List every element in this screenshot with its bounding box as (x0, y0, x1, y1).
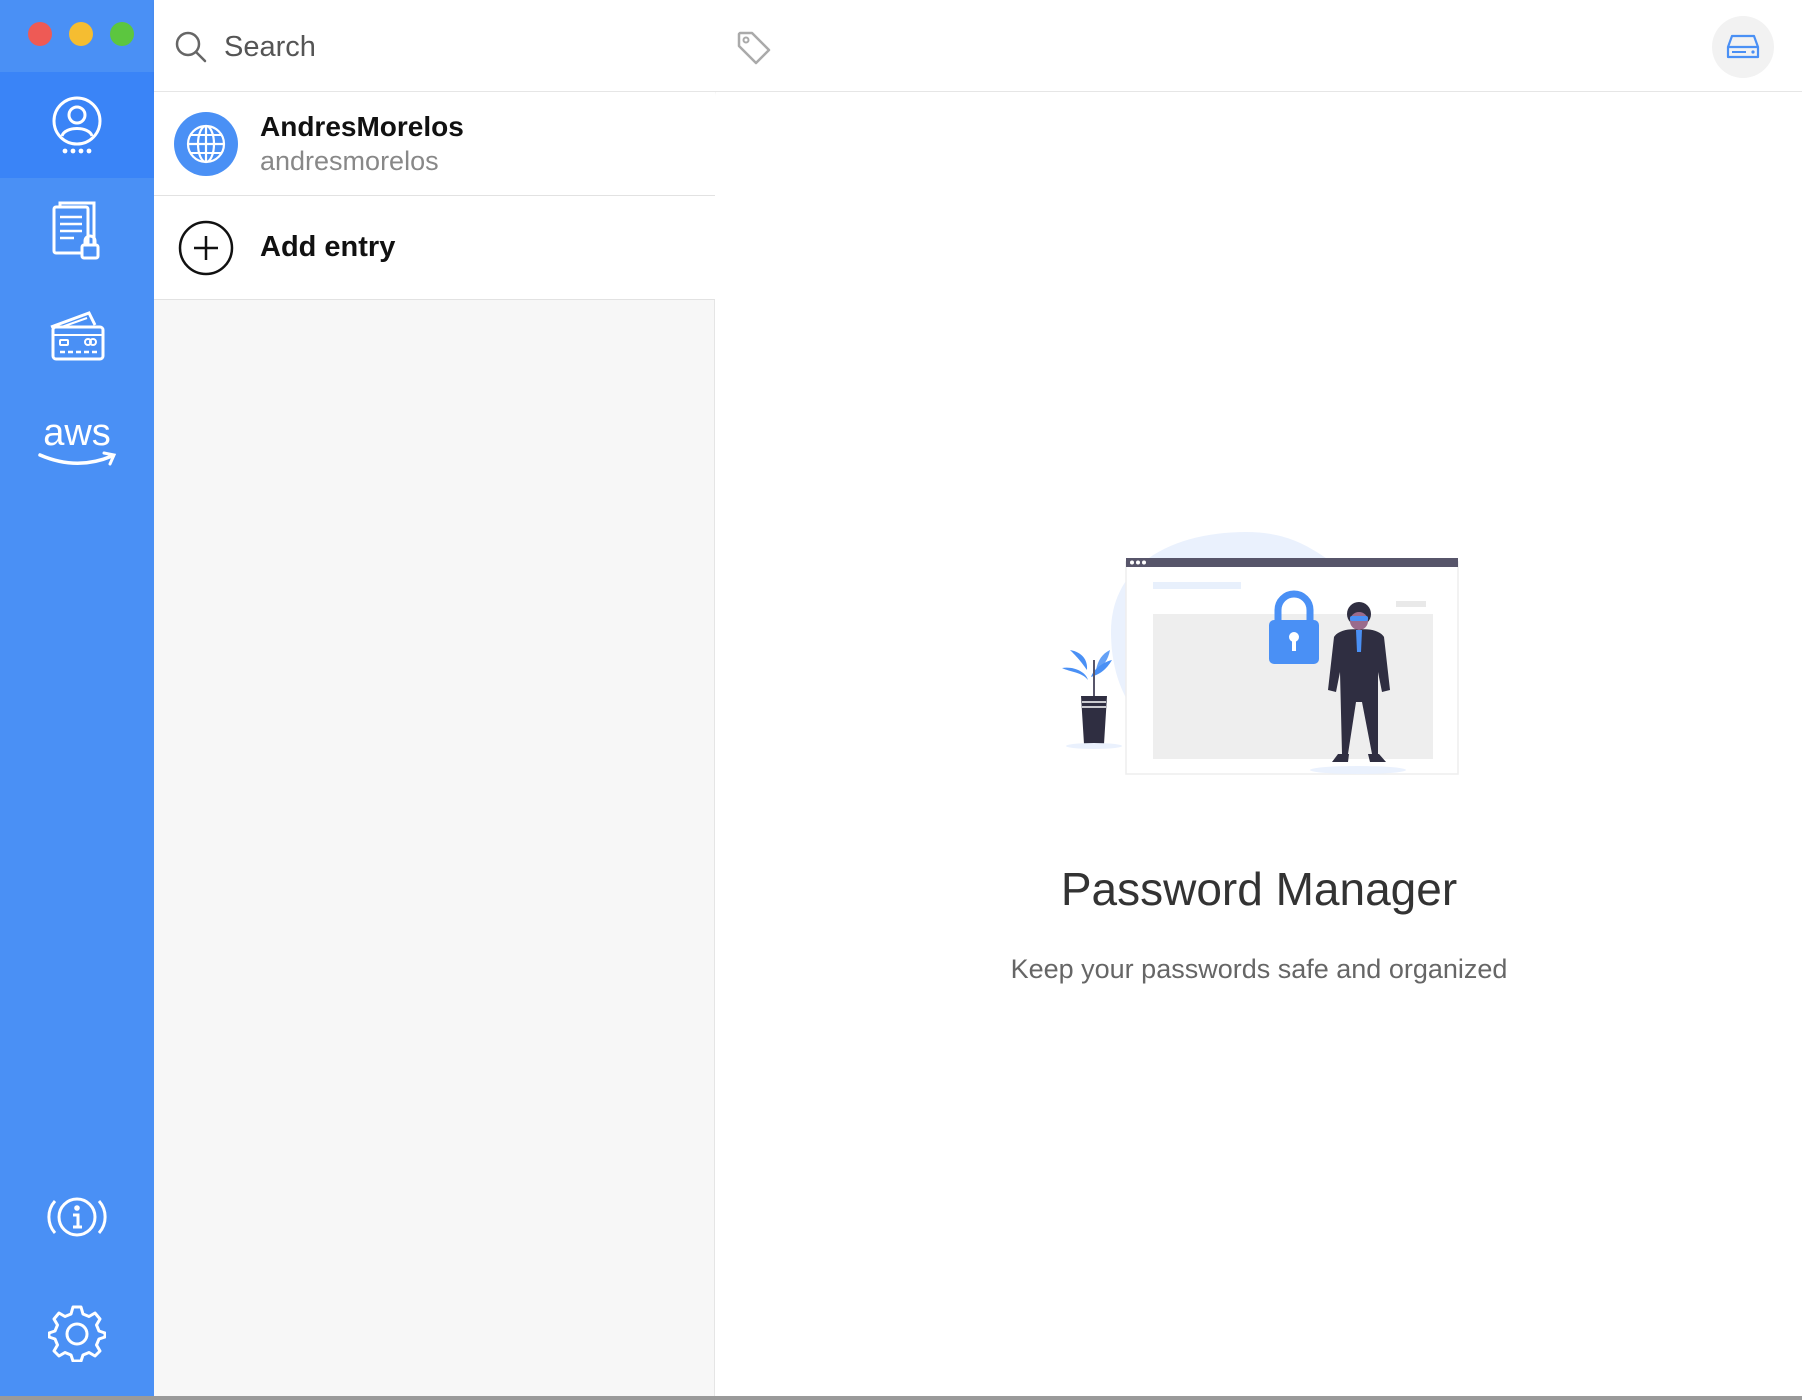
window-bottom-edge (0, 1396, 1802, 1400)
storage-button[interactable] (1712, 16, 1774, 78)
sidebar-item-settings[interactable] (0, 1280, 154, 1386)
sidebar: aws (0, 0, 154, 1400)
close-window-button[interactable] (28, 22, 52, 46)
add-entry-icon-wrap (174, 216, 238, 280)
add-entry-label: Add entry (260, 231, 396, 263)
entry-avatar (174, 111, 238, 176)
credit-cards-icon (50, 311, 105, 361)
empty-state-title: Password Manager (1060, 863, 1458, 915)
entry-username: andresmorelos (260, 145, 439, 176)
add-entry-text: Add entry (260, 231, 395, 264)
search-input[interactable] (224, 22, 644, 72)
minimize-window-button[interactable] (69, 22, 93, 46)
aws-icon: aws (38, 415, 117, 466)
app-window: aws Search AndresMorelos andresmorelos A… (0, 0, 1802, 1400)
sidebar-item-secure-notes[interactable] (0, 178, 154, 284)
entry-list: AndresMorelos andresmorelos Add entry (154, 92, 715, 1400)
entry-title: AndresMorelos (260, 110, 464, 142)
top-bar (154, 0, 1802, 92)
entry-text: AndresMorelos andresmorelos (260, 110, 464, 178)
search-icon (175, 31, 207, 63)
empty-state-subtitle: Keep your passwords safe and organized (1010, 954, 1508, 984)
maximize-window-button[interactable] (110, 22, 134, 46)
add-entry-button[interactable]: Add entry (154, 196, 715, 300)
secure-notes-icon (52, 201, 100, 260)
aws-logo-text: aws (43, 415, 111, 454)
info-icon (47, 1197, 107, 1237)
user-password-icon (52, 96, 102, 154)
main-panel: Password Manager Keep your passwords saf… (716, 92, 1802, 1400)
list-item[interactable]: AndresMorelos andresmorelos (154, 92, 715, 196)
window-controls (28, 22, 134, 46)
sidebar-item-passwords[interactable] (0, 72, 154, 178)
plus-circle-icon (178, 220, 234, 275)
drive-icon (1726, 34, 1760, 59)
sidebar-item-credit-cards[interactable] (0, 284, 154, 390)
gear-icon (48, 1305, 106, 1362)
sidebar-item-aws[interactable]: aws (0, 390, 154, 496)
sidebar-item-info[interactable] (0, 1164, 154, 1270)
security-illustration (1062, 532, 1459, 775)
globe-icon (174, 111, 238, 176)
tag-icon (737, 31, 771, 65)
